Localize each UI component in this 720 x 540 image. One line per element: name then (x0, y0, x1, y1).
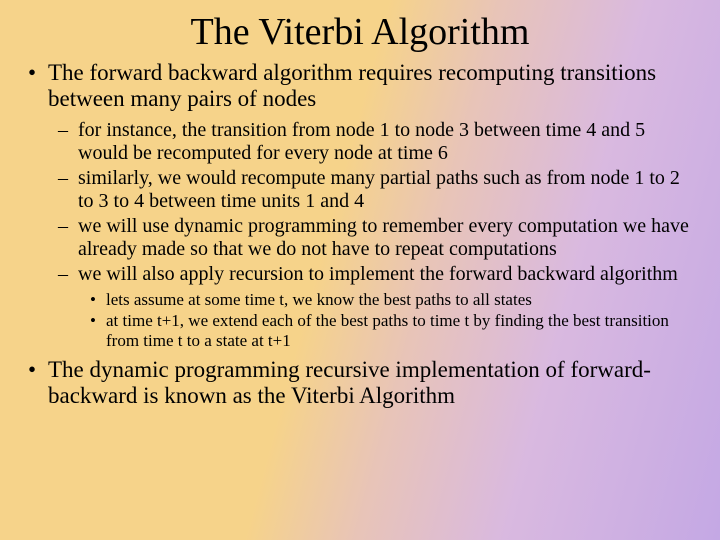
bullet-text: for instance, the transition from node 1… (78, 119, 645, 164)
bullet-item: we will also apply recursion to implemen… (78, 263, 698, 351)
slide-title: The Viterbi Algorithm (22, 10, 698, 54)
bullet-item: lets assume at some time t, we know the … (106, 290, 698, 310)
bullet-text: at time t+1, we extend each of the best … (106, 311, 669, 350)
bullet-item: for instance, the transition from node 1… (78, 119, 698, 165)
bullet-item: similarly, we would recompute many parti… (78, 167, 698, 213)
bullet-text: we will also apply recursion to implemen… (78, 263, 678, 285)
bullet-item: we will use dynamic programming to remem… (78, 215, 698, 261)
bullet-item: at time t+1, we extend each of the best … (106, 311, 698, 350)
bullet-list-level3: lets assume at some time t, we know the … (78, 290, 698, 351)
bullet-text: similarly, we would recompute many parti… (78, 167, 680, 212)
bullet-text: The dynamic programming recursive implem… (48, 357, 651, 408)
bullet-item: The forward backward algorithm requires … (48, 60, 698, 351)
bullet-list-level1: The forward backward algorithm requires … (22, 60, 698, 409)
slide: The Viterbi Algorithm The forward backwa… (0, 0, 720, 540)
bullet-list-level2: for instance, the transition from node 1… (48, 119, 698, 351)
bullet-text: The forward backward algorithm requires … (48, 60, 656, 111)
bullet-text: we will use dynamic programming to remem… (78, 215, 689, 260)
bullet-item: The dynamic programming recursive implem… (48, 357, 698, 410)
bullet-text: lets assume at some time t, we know the … (106, 290, 532, 309)
